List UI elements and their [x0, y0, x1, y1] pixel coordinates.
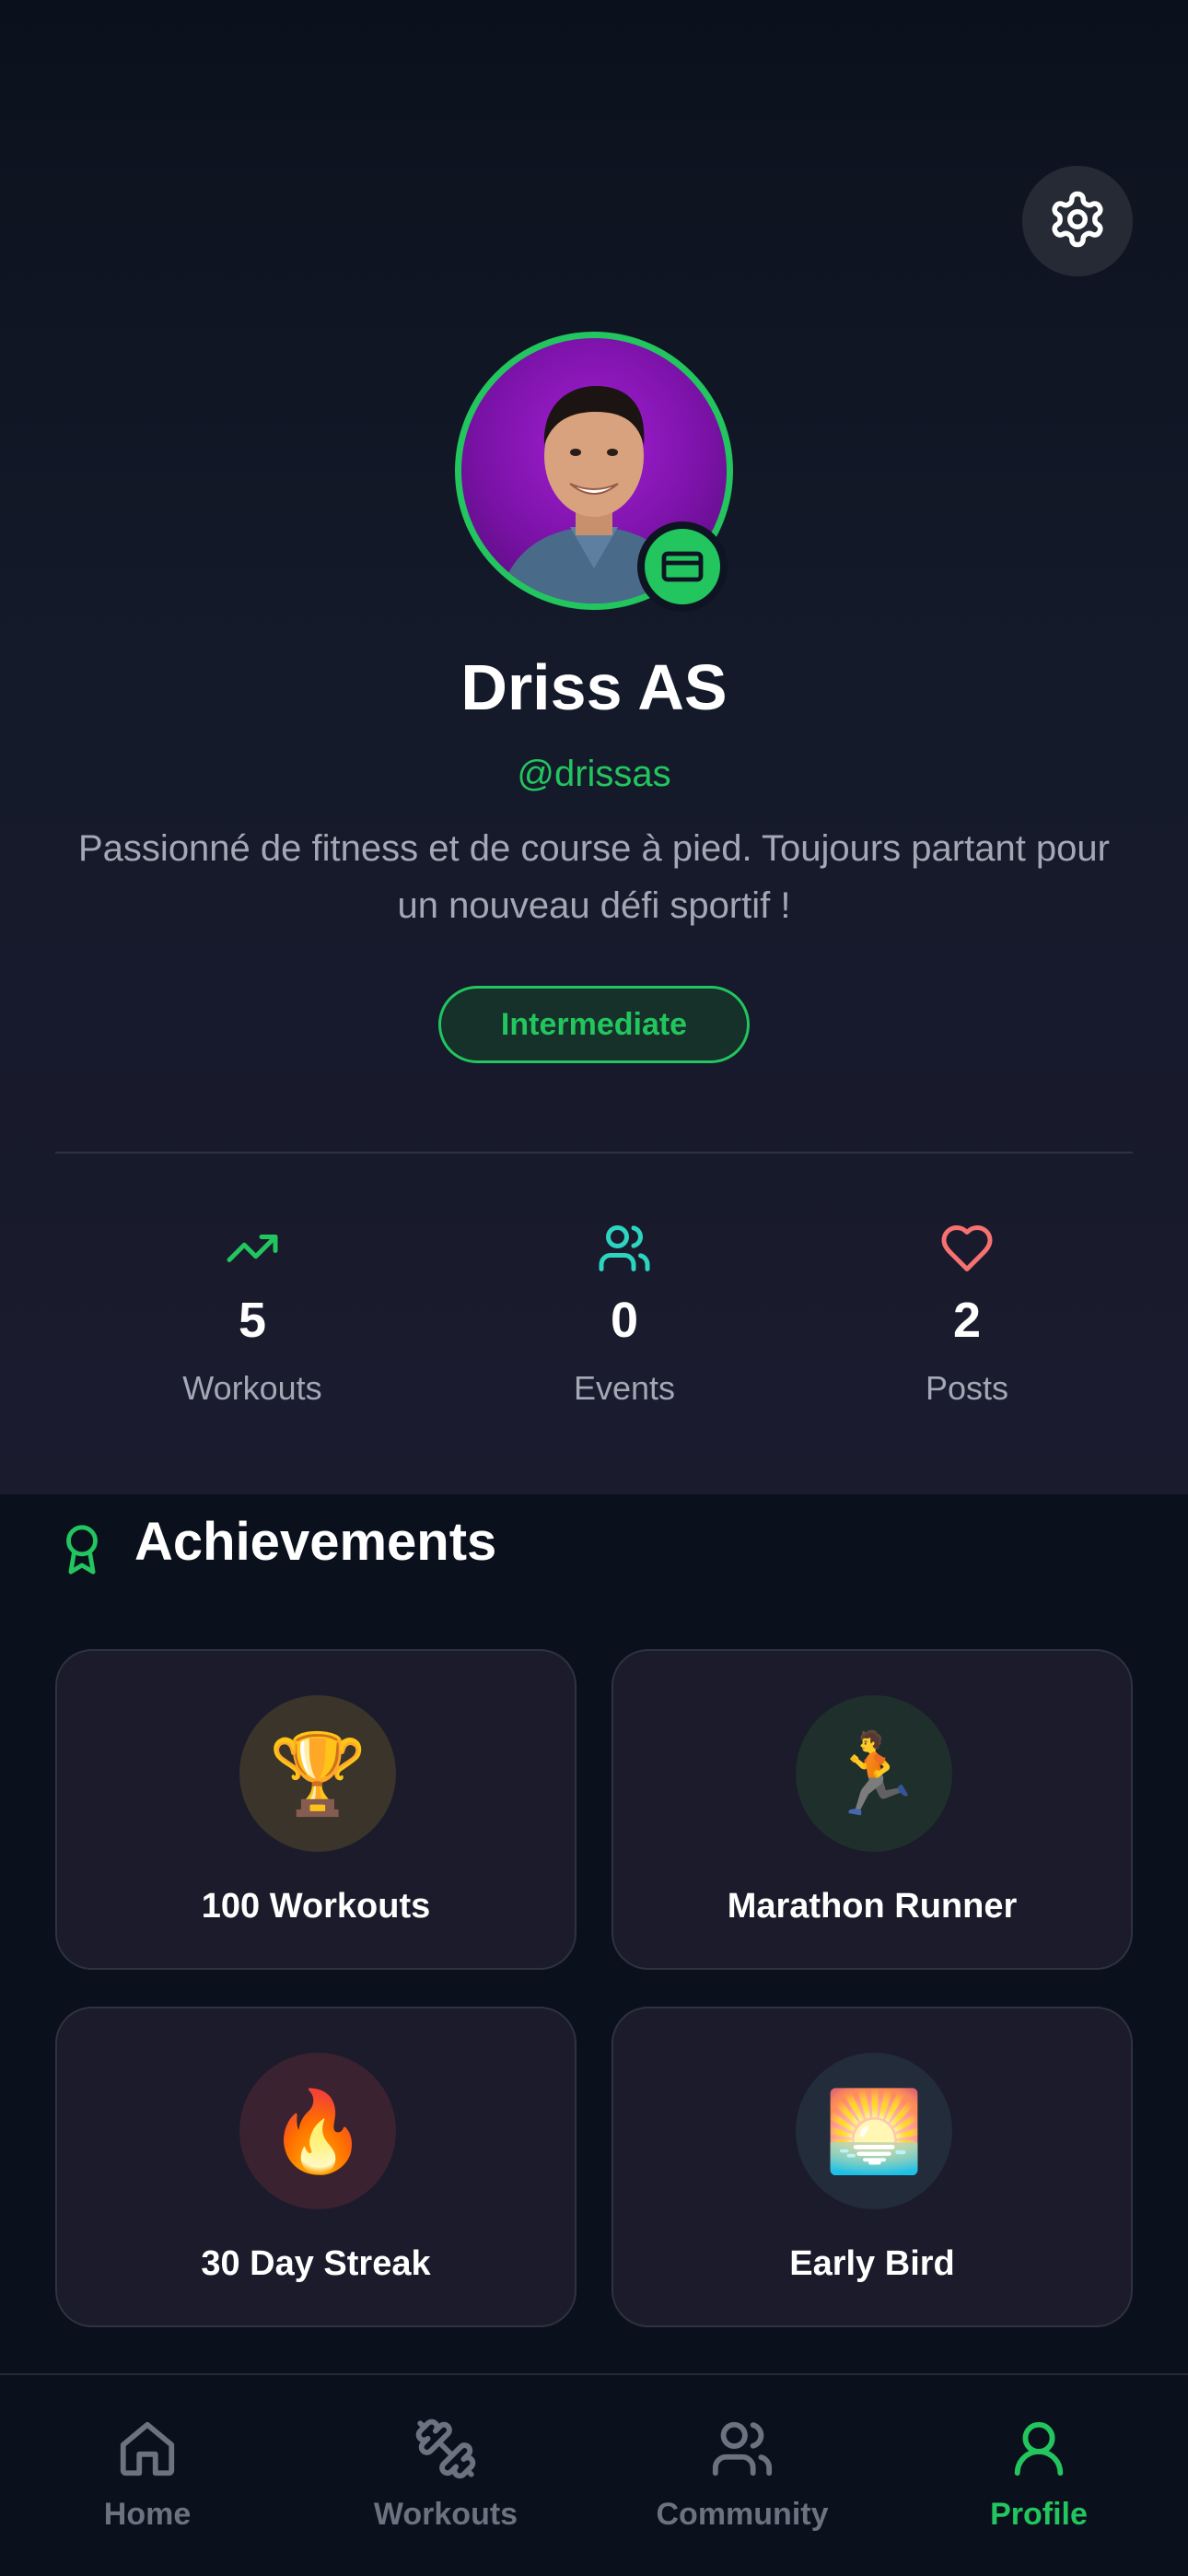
stat-value: 2: [952, 1293, 982, 1348]
achievement-title: Early Bird: [789, 2244, 955, 2283]
settings-button[interactable]: [1022, 166, 1133, 276]
nav-item-home[interactable]: Home: [37, 2412, 258, 2533]
divider: [55, 1152, 1133, 1153]
nav-label: Workouts: [373, 2497, 518, 2532]
stat-events: 0 Events: [486, 1216, 763, 1408]
users-icon: [486, 1216, 763, 1281]
nav-label: Community: [656, 2497, 829, 2532]
award-icon: [55, 1499, 109, 1585]
trophy-icon: 🏆: [239, 1695, 396, 1852]
trending-up-icon: [114, 1216, 390, 1281]
gear-icon: [1047, 189, 1108, 254]
heart-icon: [829, 1216, 1105, 1281]
avatar-container[interactable]: [455, 332, 733, 612]
user-icon: [928, 2412, 1149, 2486]
dumbbell-icon: [335, 2412, 556, 2486]
stat-label: Posts: [925, 1369, 1009, 1407]
runner-icon: 🏃: [796, 1695, 952, 1852]
achievement-title: 100 Workouts: [201, 1887, 431, 1926]
achievement-title: 30 Day Streak: [201, 2244, 431, 2283]
membership-card-icon: [637, 521, 728, 612]
nav-label: Profile: [990, 2497, 1088, 2532]
achievement-card[interactable]: 🔥 30 Day Streak: [55, 2007, 577, 2327]
sunrise-icon: 🌅: [796, 2053, 952, 2209]
level-badge: Intermediate: [438, 986, 750, 1063]
users-icon: [632, 2412, 853, 2486]
stat-label: Events: [573, 1369, 676, 1407]
profile-screen: Driss AS @drissas Passionné de fitness e…: [0, 0, 1188, 2576]
nav-item-profile[interactable]: Profile: [928, 2412, 1149, 2533]
profile-name: Driss AS: [460, 651, 728, 723]
home-icon: [37, 2412, 258, 2486]
nav-label: Home: [103, 2497, 192, 2532]
stat-value: 5: [238, 1293, 267, 1348]
achievement-card[interactable]: 🌅 Early Bird: [611, 2007, 1133, 2327]
stat-label: Workouts: [182, 1369, 322, 1407]
nav-item-workouts[interactable]: Workouts: [335, 2412, 556, 2533]
achievement-card[interactable]: 🏃 Marathon Runner: [611, 1649, 1133, 1970]
bottom-nav: Home Workouts Community Profile: [0, 2373, 1188, 2576]
profile-bio: Passionné de fitness et de course à pied…: [78, 828, 1110, 926]
fire-icon: 🔥: [239, 2053, 396, 2209]
nav-item-community[interactable]: Community: [632, 2412, 853, 2533]
stat-workouts: 5 Workouts: [114, 1216, 390, 1408]
stat-value: 0: [610, 1293, 639, 1348]
profile-handle: @drissas: [517, 754, 671, 794]
achievements-header: Achievements: [55, 1500, 496, 1583]
achievements-title: Achievements: [134, 1511, 497, 1572]
profile-header: Driss AS @drissas Passionné de fitness e…: [0, 0, 1188, 1494]
stat-posts: 2 Posts: [829, 1216, 1105, 1408]
achievement-title: Marathon Runner: [727, 1887, 1018, 1926]
achievement-card[interactable]: 🏆 100 Workouts: [55, 1649, 577, 1970]
